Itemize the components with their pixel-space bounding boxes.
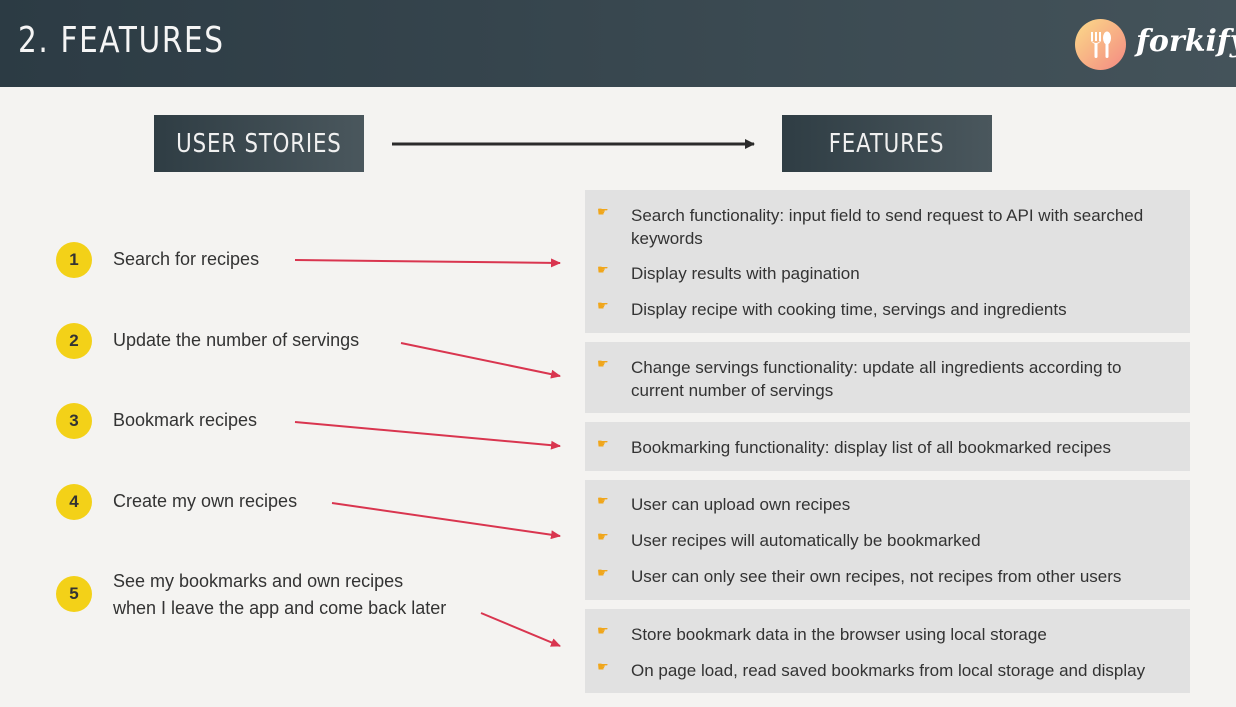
story-text-line-2: when I leave the app and come back later [113, 598, 447, 618]
arrow-story-4 [331, 502, 561, 540]
story-text: Bookmark recipes [113, 410, 258, 430]
feature-text: User can upload own recipes [631, 495, 851, 514]
feature-text: User recipes will automatically be bookm… [631, 531, 981, 550]
story-number-badge: 3 [56, 403, 92, 439]
pointing-hand-icon: ☛ [597, 262, 609, 277]
story-number-badge: 1 [56, 242, 92, 278]
feature-box-4: ☛ User can upload own recipes ☛ User rec… [585, 480, 1190, 600]
feature-box-5: ☛ Store bookmark data in the browser usi… [585, 609, 1190, 693]
story-number-badge: 4 [56, 484, 92, 520]
feature-text: Display recipe with cooking time, servin… [631, 300, 1067, 319]
pointing-hand-icon: ☛ [597, 529, 609, 544]
pointing-hand-icon: ☛ [597, 436, 609, 451]
story-text: Update the number of servings [113, 330, 360, 350]
feature-text: Change servings functionality: update al… [631, 358, 1122, 377]
pointing-hand-icon: ☛ [597, 493, 609, 508]
feature-box-2: ☛ Change servings functionality: update … [585, 342, 1190, 413]
arrow-story-3 [294, 421, 561, 450]
feature-text: Search functionality: input field to sen… [631, 206, 1144, 225]
arrow-story-1 [294, 258, 561, 268]
story-text-line-1: See my bookmarks and own recipes [113, 571, 404, 591]
story-number-badge: 5 [56, 576, 92, 612]
feature-box-3: ☛ Bookmarking functionality: display lis… [585, 422, 1190, 471]
feature-text-continued: current number of servings [631, 381, 834, 400]
feature-text: Display results with pagination [631, 264, 860, 283]
pointing-hand-icon: ☛ [597, 356, 609, 371]
feature-text: On page load, read saved bookmarks from … [631, 661, 1146, 680]
feature-text: Bookmarking functionality: display list … [631, 438, 1112, 457]
story-text: Search for recipes [113, 249, 260, 269]
story-number-badge: 2 [56, 323, 92, 359]
pointing-hand-icon: ☛ [597, 565, 609, 580]
feature-text: User can only see their own recipes, not… [631, 567, 1122, 586]
feature-text: Store bookmark data in the browser using… [631, 625, 1047, 644]
feature-text-continued: keywords [631, 229, 703, 248]
arrow-story-5 [480, 612, 561, 647]
pointing-hand-icon: ☛ [597, 659, 609, 674]
arrow-story-2 [400, 342, 561, 379]
story-text: Create my own recipes [113, 491, 298, 511]
pointing-hand-icon: ☛ [597, 204, 609, 219]
pointing-hand-icon: ☛ [597, 298, 609, 313]
pointing-hand-icon: ☛ [597, 623, 609, 638]
feature-box-1: ☛ Search functionality: input field to s… [585, 190, 1190, 333]
